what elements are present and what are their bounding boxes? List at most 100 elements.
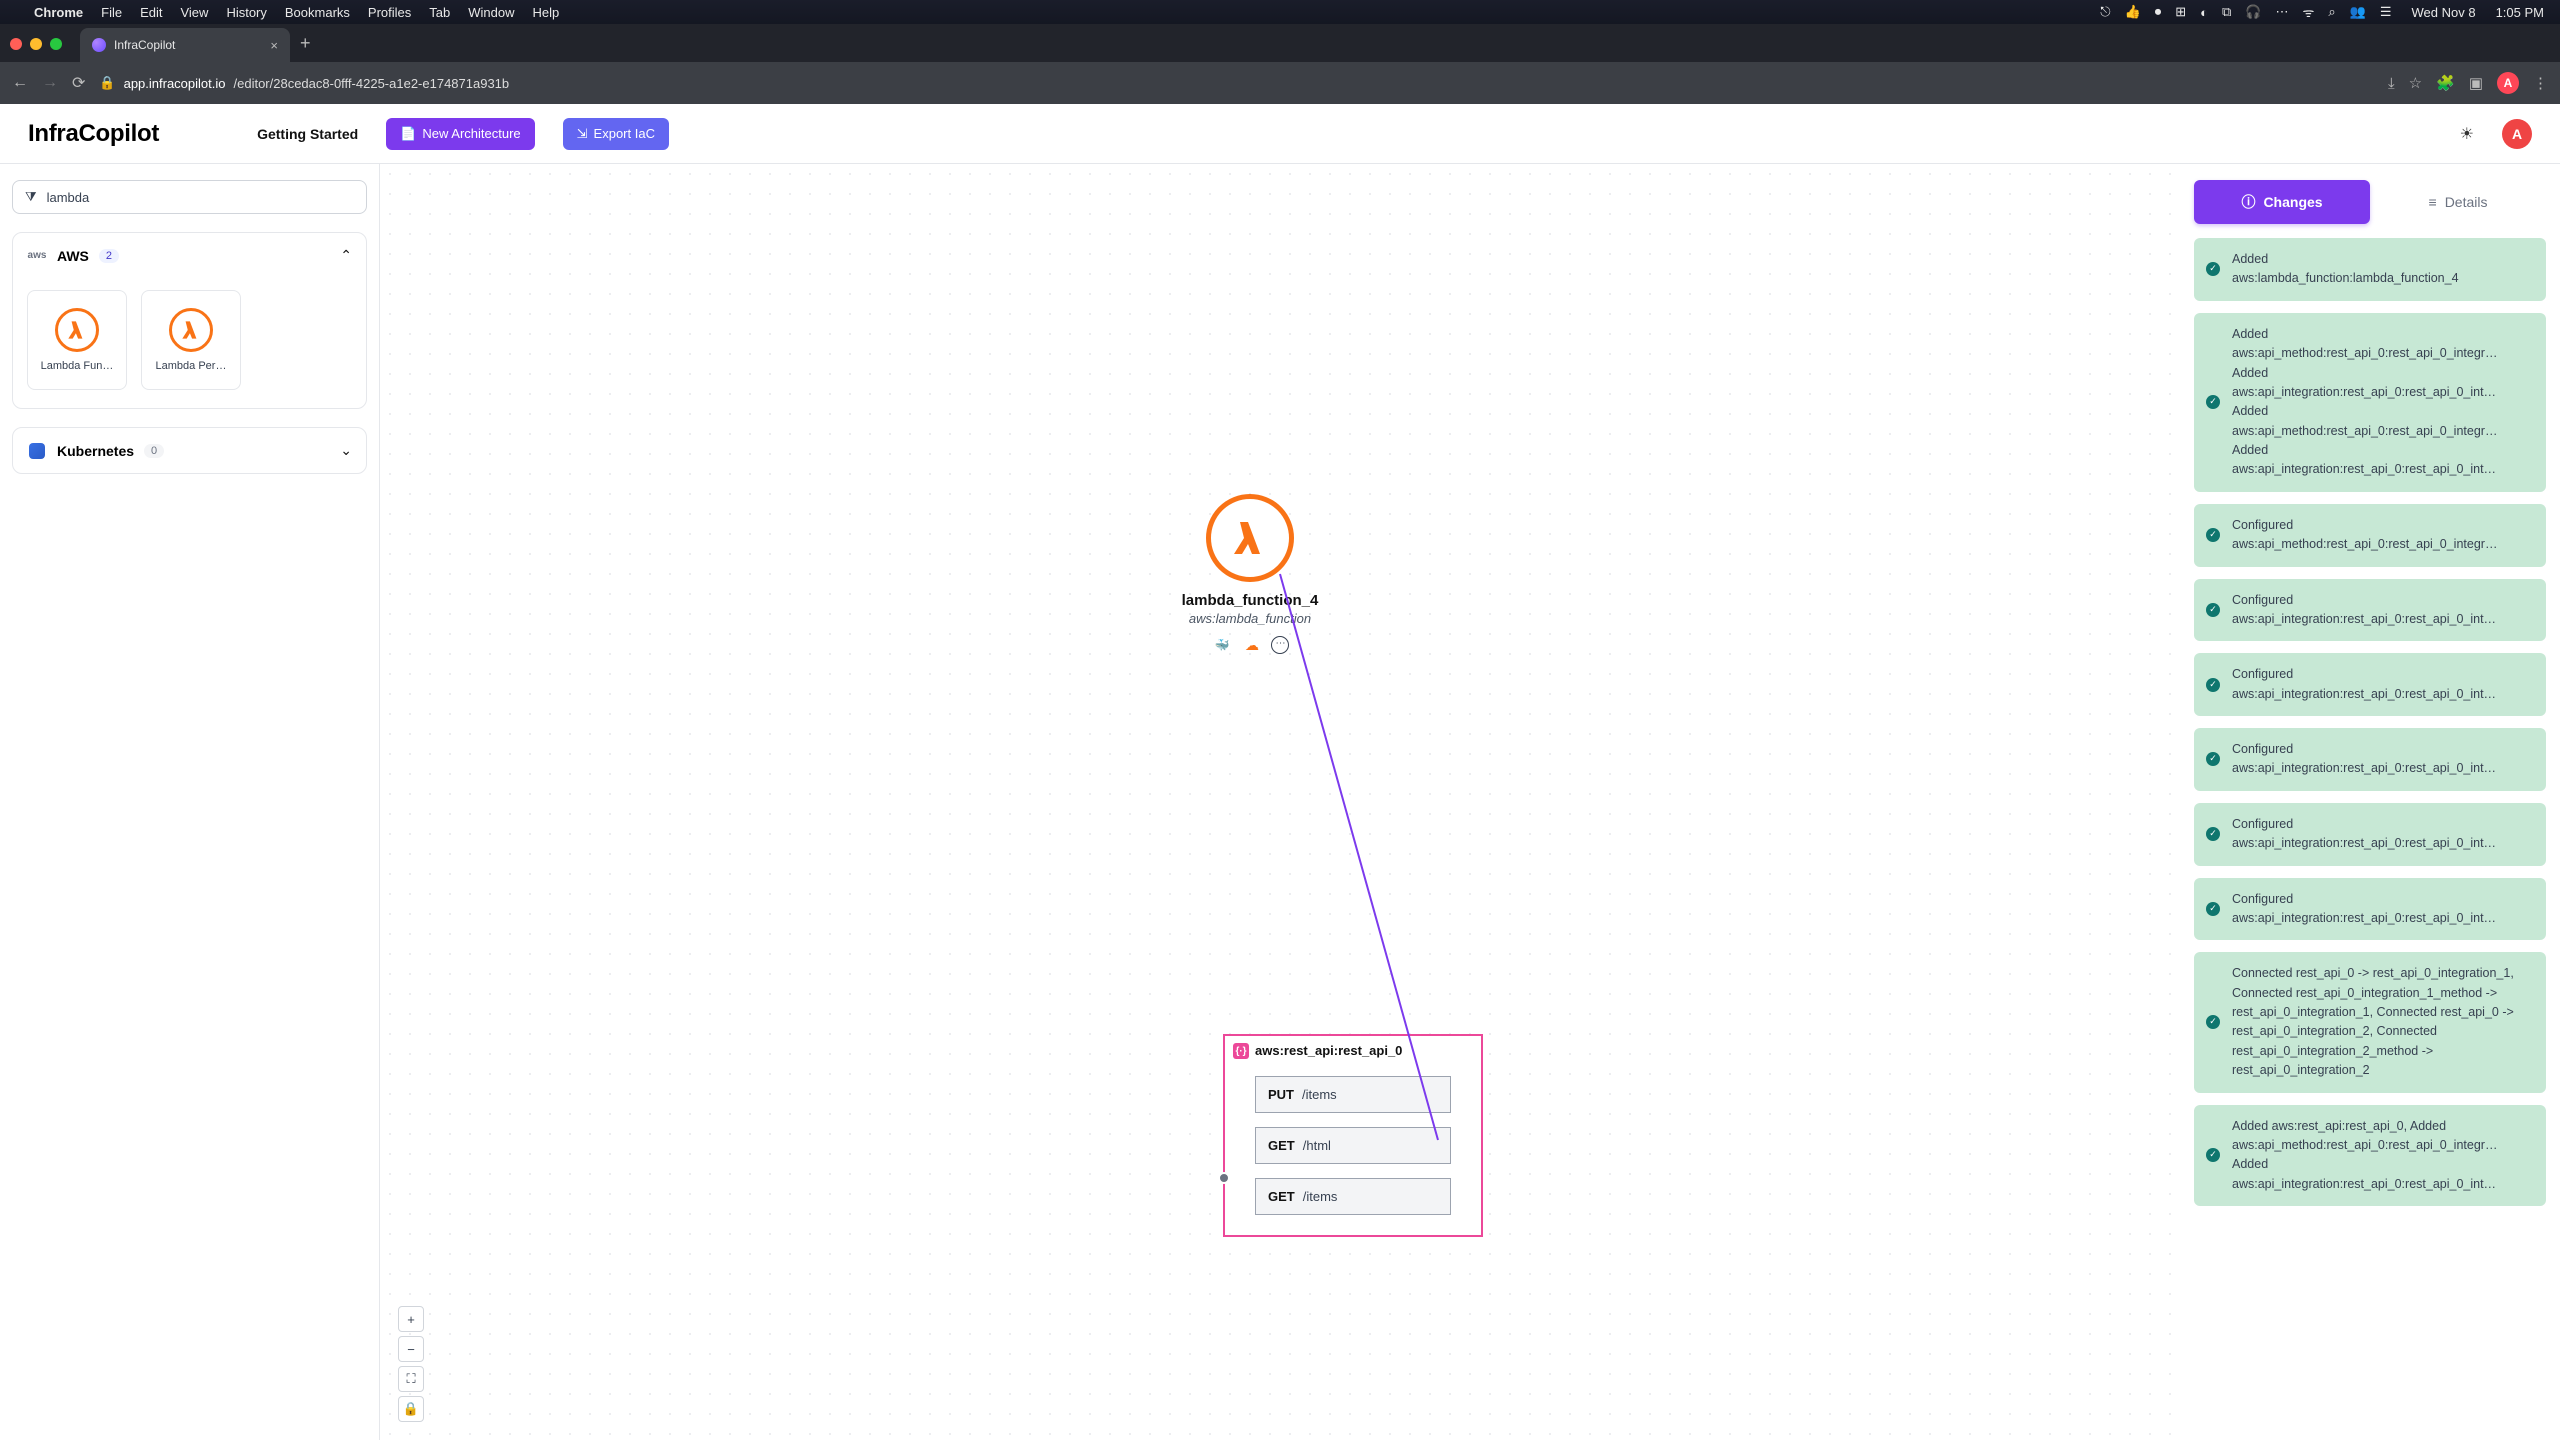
api-route[interactable]: GET/html (1255, 1127, 1451, 1164)
chrome-menu-icon[interactable]: ⋮ (2533, 74, 2548, 92)
window-zoom-button[interactable] (50, 38, 62, 50)
getting-started-link[interactable]: Getting Started (257, 126, 358, 142)
lambda-function-icon (55, 308, 99, 352)
resource-card-label: Lambda Fun… (33, 360, 121, 372)
tab-close-icon[interactable]: × (270, 38, 278, 53)
change-card[interactable]: ✓Configuredaws:api_integration:rest_api_… (2194, 803, 2546, 866)
change-card[interactable]: ✓Configuredaws:api_integration:rest_api_… (2194, 728, 2546, 791)
change-line: aws:api_method:rest_api_0:rest_api_0_int… (2232, 344, 2532, 363)
category-aws-header[interactable]: aws AWS 2 ⌃ (13, 233, 366, 278)
change-card[interactable]: ✓Addedaws:api_method:rest_api_0:rest_api… (2194, 313, 2546, 492)
menubar-search-icon[interactable]: ⌕ (2328, 4, 2335, 20)
change-card[interactable]: ✓Configuredaws:api_method:rest_api_0:res… (2194, 504, 2546, 567)
new-architecture-button[interactable]: 📄 New Architecture (386, 118, 534, 150)
menubar-status-icon[interactable]: ⊞ (2175, 4, 2186, 20)
menubar-clock-date[interactable]: Wed Nov 8 (2412, 5, 2476, 20)
tab-favicon (92, 38, 106, 52)
menubar-status-icon[interactable]: ◐ (2200, 5, 2208, 20)
menubar-tab[interactable]: Tab (429, 5, 450, 20)
chrome-profile-avatar[interactable]: A (2497, 72, 2519, 94)
window-close-button[interactable] (10, 38, 22, 50)
more-menu-icon[interactable]: ⋯ (1271, 636, 1289, 654)
brand-logo[interactable]: InfraCopilot (28, 120, 159, 148)
menubar-status-icon[interactable]: ⏺ (2155, 4, 2162, 20)
browser-reload-button[interactable]: ⟳ (72, 73, 85, 93)
route-method: GET (1268, 1138, 1295, 1153)
docker-icon[interactable]: 🐳 (1211, 636, 1233, 654)
resource-card-label: Lambda Per… (147, 360, 235, 372)
change-line: aws:api_integration:rest_api_0:rest_api_… (2232, 383, 2532, 402)
menubar-status-icon[interactable]: ⎋ (2100, 4, 2110, 20)
lambda-icon (1206, 494, 1294, 582)
browser-forward-button[interactable]: → (42, 74, 58, 92)
menubar-help[interactable]: Help (533, 5, 560, 20)
menubar-status-icon[interactable]: 👍 (2125, 4, 2141, 20)
theme-toggle-icon[interactable]: ☀ (2460, 124, 2474, 144)
menubar-app-name[interactable]: Chrome (34, 5, 83, 20)
node-rest-api[interactable]: {·} aws:rest_api:rest_api_0 PUT/itemsGET… (1223, 1034, 1483, 1237)
menubar-control-center-icon[interactable]: ☰ (2380, 4, 2392, 20)
change-line: aws:api_integration:rest_api_0:rest_api_… (2232, 834, 2532, 853)
list-icon: ≡ (2429, 194, 2437, 210)
address-bar[interactable]: 🔒 app.infracopilot.io/editor/28cedac8-0f… (99, 75, 509, 91)
change-line: aws:api_integration:rest_api_0:rest_api_… (2232, 685, 2532, 704)
browser-tab[interactable]: InfraCopilot × (80, 28, 290, 62)
change-card[interactable]: ✓Added aws:rest_api:rest_api_0, Addedaws… (2194, 1105, 2546, 1207)
menubar-status-icon[interactable]: ⧉ (2222, 4, 2231, 20)
menubar-bookmarks[interactable]: Bookmarks (285, 5, 350, 20)
extensions-icon[interactable]: 🧩 (2436, 74, 2455, 92)
tab-details[interactable]: ≡ Details (2370, 180, 2546, 224)
menubar-edit[interactable]: Edit (140, 5, 162, 20)
change-line: Configured (2232, 665, 2532, 684)
menubar-user-icon[interactable]: 👥 (2350, 4, 2366, 20)
info-icon: ⓘ (2241, 192, 2255, 212)
resource-search-input[interactable] (47, 190, 354, 205)
category-aws: aws AWS 2 ⌃ Lambda Fun… Lambda Per… (12, 232, 367, 409)
change-card[interactable]: ✓Configuredaws:api_integration:rest_api_… (2194, 878, 2546, 941)
api-route[interactable]: PUT/items (1255, 1076, 1451, 1113)
menubar-view[interactable]: View (180, 5, 208, 20)
zoom-out-button[interactable]: − (398, 1336, 424, 1362)
node-connection-handle[interactable] (1218, 1172, 1230, 1184)
resource-search[interactable]: ⧩ (12, 180, 367, 214)
menubar-profiles[interactable]: Profiles (368, 5, 411, 20)
change-line: Added (2232, 250, 2532, 269)
aws-logo-icon: aws (27, 249, 47, 263)
lock-view-button[interactable]: 🔒 (398, 1396, 424, 1422)
fit-view-button[interactable]: ⛶ (398, 1366, 424, 1392)
side-panel-icon[interactable]: ▣ (2469, 74, 2483, 92)
change-line: Configured (2232, 516, 2532, 535)
menubar-status-icon[interactable]: ⋯ (2276, 4, 2289, 20)
new-tab-button[interactable]: + (300, 33, 311, 54)
change-line: aws:api_method:rest_api_0:rest_api_0_int… (2232, 535, 2532, 554)
plus-page-icon: 📄 (400, 126, 416, 142)
change-card[interactable]: ✓Connected rest_api_0 -> rest_api_0_inte… (2194, 952, 2546, 1092)
change-card[interactable]: ✓Addedaws:lambda_function:lambda_functio… (2194, 238, 2546, 301)
menubar-history[interactable]: History (226, 5, 266, 20)
browser-back-button[interactable]: ← (12, 74, 28, 92)
api-route[interactable]: GET/items (1255, 1178, 1451, 1215)
bookmark-star-icon[interactable]: ☆ (2409, 74, 2422, 92)
menubar-clock-time[interactable]: 1:05 PM (2496, 5, 2544, 20)
architecture-canvas[interactable]: lambda_function_4 aws:lambda_function 🐳 … (380, 164, 2180, 1440)
export-iac-button[interactable]: ⇲ Export IaC (563, 118, 669, 150)
menubar-wifi-icon[interactable]: ᯤ (2303, 3, 2315, 21)
user-avatar[interactable]: A (2502, 119, 2532, 149)
window-minimize-button[interactable] (30, 38, 42, 50)
resource-card-lambda-function[interactable]: Lambda Fun… (27, 290, 127, 390)
install-app-icon[interactable]: ⤓ (2388, 75, 2395, 92)
change-card[interactable]: ✓Configuredaws:api_integration:rest_api_… (2194, 579, 2546, 642)
zoom-in-button[interactable]: + (398, 1306, 424, 1332)
resource-card-lambda-permission[interactable]: Lambda Per… (141, 290, 241, 390)
node-lambda-function[interactable]: lambda_function_4 aws:lambda_function 🐳 … (1160, 494, 1340, 654)
category-kubernetes-count: 0 (144, 444, 164, 458)
menubar-file[interactable]: File (101, 5, 122, 20)
change-card[interactable]: ✓Configuredaws:api_integration:rest_api_… (2194, 653, 2546, 716)
aws-cloud-icon[interactable]: ☁ (1241, 636, 1263, 654)
route-path: /html (1303, 1138, 1331, 1153)
tab-changes[interactable]: ⓘ Changes (2194, 180, 2370, 224)
menubar-status-icon[interactable]: 🎧 (2245, 4, 2261, 20)
route-path: /items (1302, 1087, 1337, 1102)
menubar-window[interactable]: Window (468, 5, 514, 20)
category-kubernetes-header[interactable]: Kubernetes 0 ⌄ (13, 428, 366, 473)
